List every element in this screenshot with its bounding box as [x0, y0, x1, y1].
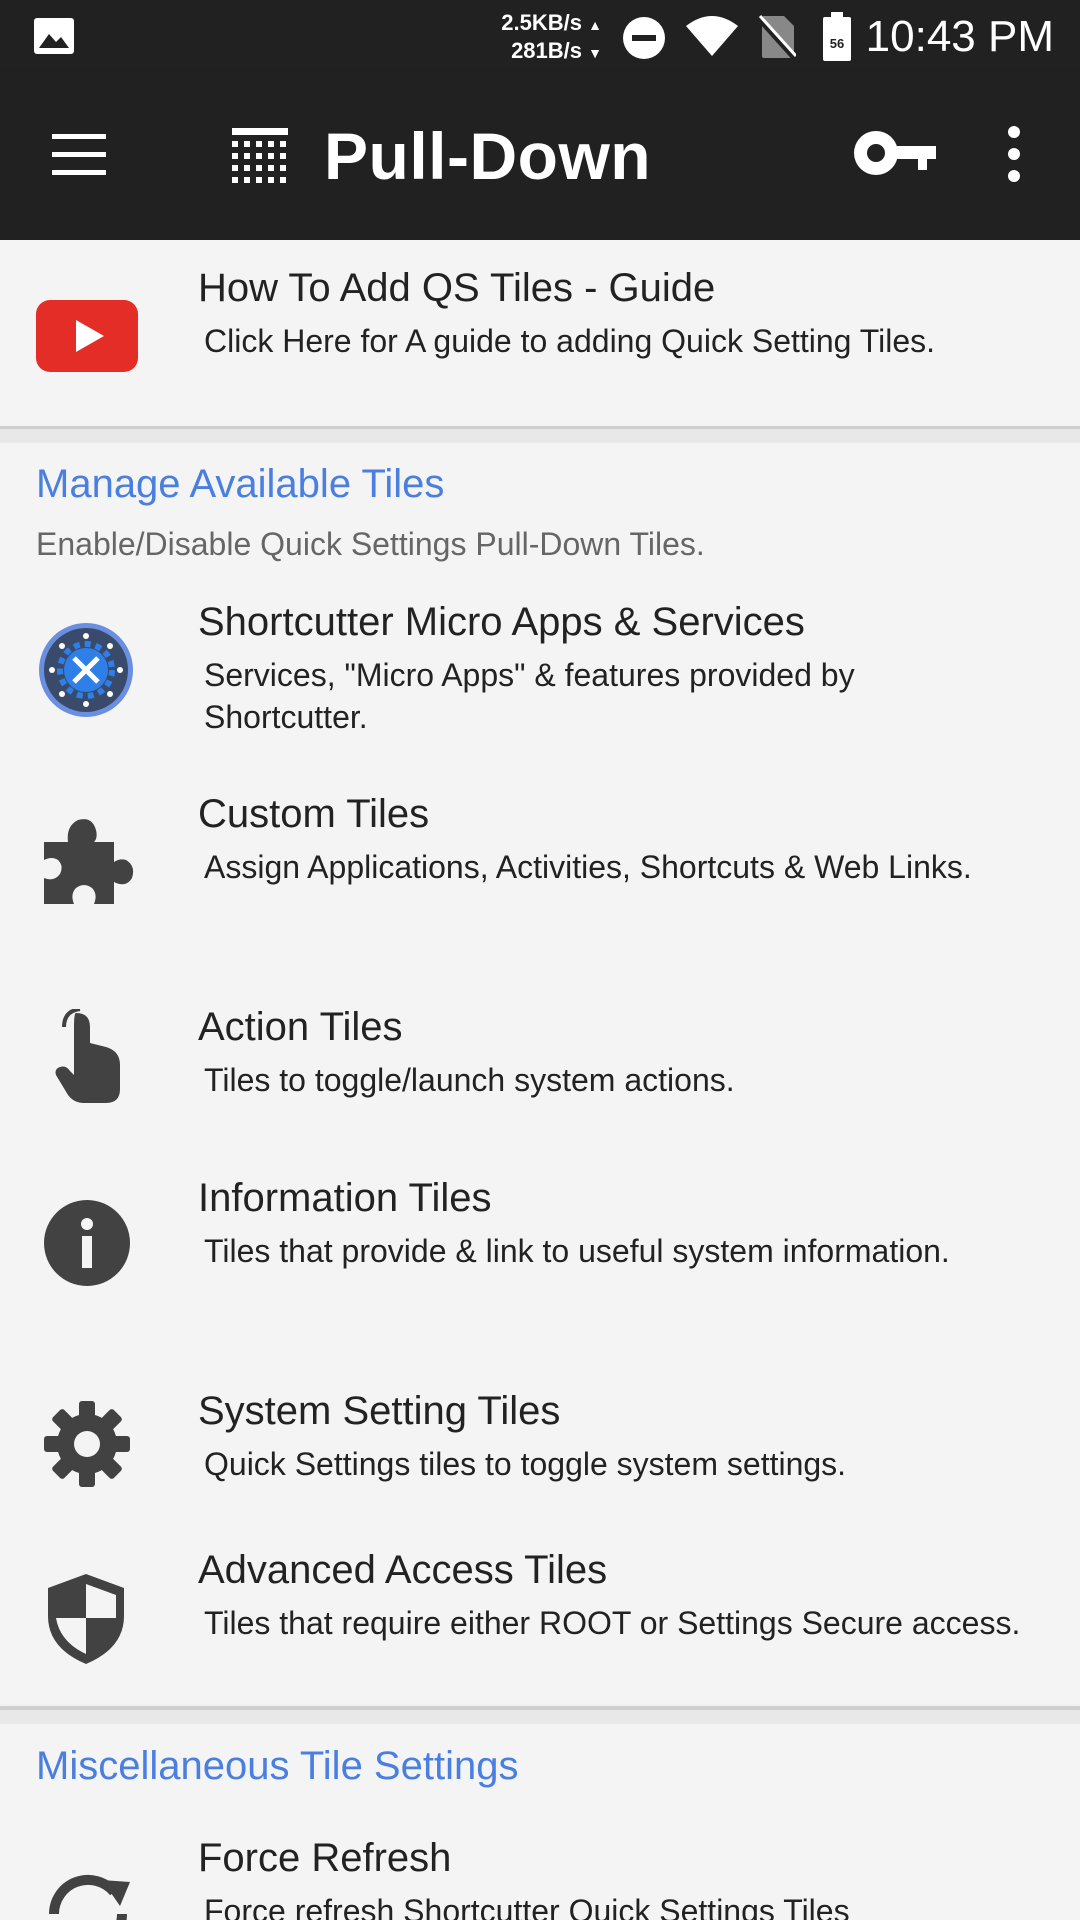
section-title-available-tiles: Manage Available Tiles [36, 462, 445, 506]
menu-icon[interactable] [50, 130, 110, 180]
list-item-title: Action Tiles [198, 1005, 403, 1049]
guide-banner[interactable]: How To Add QS Tiles - Guide Click Here f… [0, 240, 1080, 429]
list-item-title: Force Refresh [198, 1836, 452, 1880]
section-gap [0, 429, 1080, 443]
list-item-subtitle: Tiles to toggle/launch system actions. [204, 1062, 735, 1098]
list-item-subtitle: Tiles that require either ROOT or Settin… [204, 1605, 1021, 1641]
app-toolbar: Pull-Down [0, 72, 1080, 240]
list-item-title: System Setting Tiles [198, 1389, 561, 1433]
more-vert-icon[interactable] [996, 124, 1032, 184]
touch-icon [55, 1009, 120, 1103]
section-subtitle-available-tiles: Enable/Disable Quick Settings Pull-Down … [36, 526, 705, 562]
page-title: Pull-Down [324, 119, 652, 193]
gallery-icon [34, 18, 74, 54]
shortcutter-gear-icon [39, 623, 133, 717]
network-speed: 2.5KB/s ▲ 281B/s ▼ [501, 10, 602, 63]
key-icon[interactable] [852, 128, 938, 178]
battery-icon: 56 [823, 12, 851, 61]
clock: 10:43 PM [865, 12, 1054, 61]
shield-icon [48, 1574, 124, 1664]
section-title-miscellaneous: Miscellaneous Tile Settings [36, 1744, 519, 1788]
puzzle-icon [44, 819, 134, 904]
grid-icon [232, 128, 288, 183]
list-item-subtitle: Assign Applications, Activities, Shortcu… [204, 849, 972, 885]
section-gap [0, 1710, 1080, 1724]
list-item-subtitle: Services, "Micro Apps" & features provid… [204, 657, 855, 735]
no-sim-icon [756, 14, 796, 60]
refresh-icon [48, 1874, 130, 1920]
list-item-title: Custom Tiles [198, 792, 430, 836]
list-item-advanced-access-tiles[interactable]: Advanced Access Tiles Tiles that require… [0, 1538, 1080, 1698]
youtube-icon [36, 300, 138, 372]
list-item-title: Shortcutter Micro Apps & Services [198, 600, 805, 644]
list-item-custom-tiles[interactable]: Custom Tiles Assign Applications, Activi… [0, 782, 1080, 942]
list-item-subtitle: Tiles that provide & link to useful syst… [204, 1233, 950, 1269]
settings-gear-icon [44, 1401, 130, 1487]
list-item-title: Advanced Access Tiles [198, 1548, 608, 1592]
list-item-title: Information Tiles [198, 1176, 492, 1220]
dnd-icon [623, 17, 665, 59]
list-item-system-setting-tiles[interactable]: System Setting Tiles Quick Settings tile… [0, 1379, 1080, 1519]
net-down: 2.5KB/s [501, 10, 583, 35]
list-item-information-tiles[interactable]: Information Tiles Tiles that provide & l… [0, 1166, 1080, 1326]
list-item-force-refresh[interactable]: Force Refresh Force refresh Shortcutter … [0, 1826, 1080, 1920]
list-item-subtitle: Force refresh Shortcutter Quick Settings… [204, 1893, 850, 1920]
battery-level: 56 [830, 36, 844, 51]
list-item-subtitle: Quick Settings tiles to toggle system se… [204, 1446, 847, 1482]
info-icon [44, 1200, 130, 1286]
guide-subtitle: Click Here for A guide to adding Quick S… [204, 323, 936, 359]
status-bar: 2.5KB/s ▲ 281B/s ▼ 56 10:43 PM [0, 0, 1080, 72]
list-item-shortcutter-micro-apps[interactable]: Shortcutter Micro Apps & Services Servic… [0, 590, 1080, 750]
guide-title: How To Add QS Tiles - Guide [198, 266, 716, 310]
wifi-icon [686, 16, 738, 56]
net-up: 281B/s [511, 38, 583, 63]
list-item-action-tiles[interactable]: Action Tiles Tiles to toggle/launch syst… [0, 995, 1080, 1135]
